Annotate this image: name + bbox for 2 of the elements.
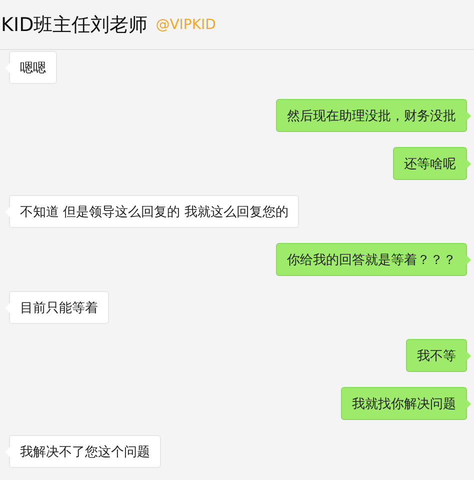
- contact-name: KID班主任刘老师: [1, 12, 148, 38]
- account-handle: @VIPKID: [156, 16, 216, 32]
